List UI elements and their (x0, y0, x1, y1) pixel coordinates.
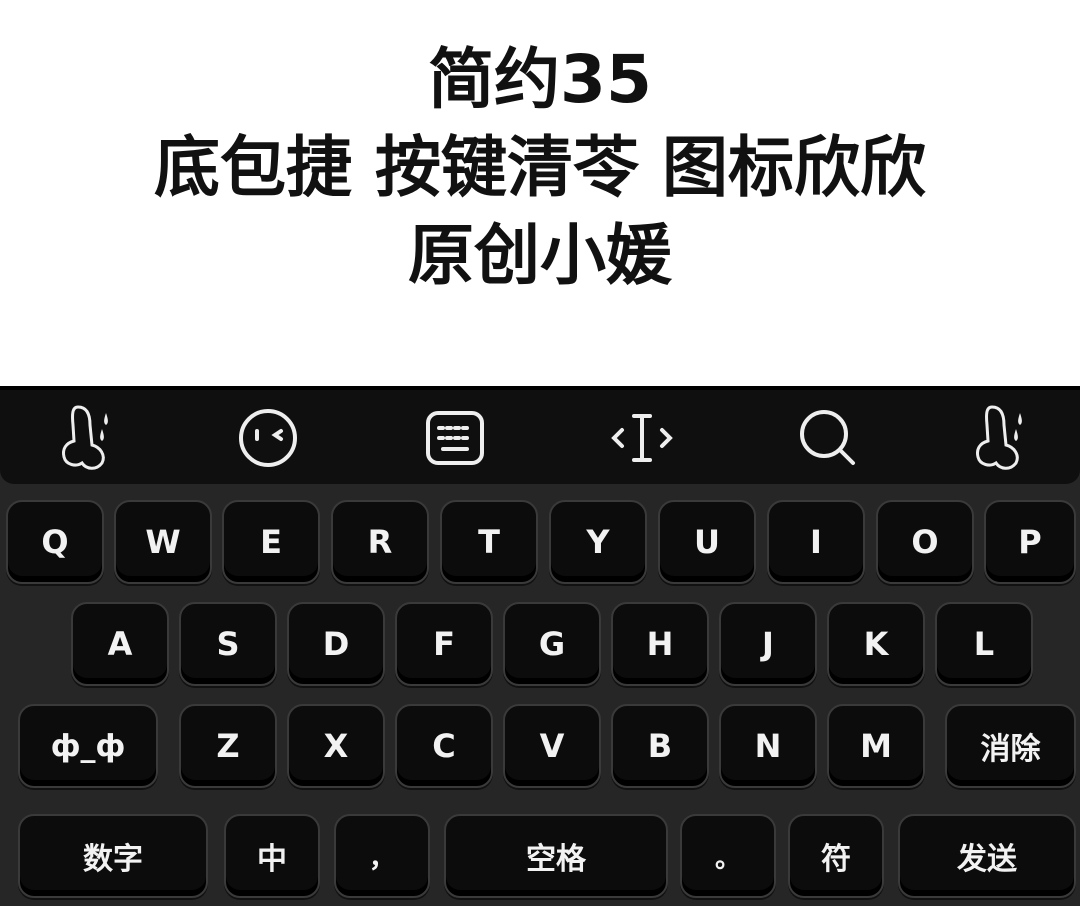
space-key[interactable]: 空格 (444, 814, 668, 898)
numbers-key[interactable]: 数字 (18, 814, 208, 898)
key-o[interactable]: O (876, 500, 974, 584)
key-y[interactable]: Y (549, 500, 647, 584)
toolbar-sticker-button[interactable] (40, 398, 136, 478)
search-icon (797, 407, 859, 469)
blob-drop-icon (58, 401, 118, 475)
chinese-lang-key[interactable]: 中 (224, 814, 320, 898)
keyboard-toolbar (0, 386, 1080, 484)
key-a[interactable]: A (71, 602, 169, 686)
key-c[interactable]: C (395, 704, 493, 788)
key-l[interactable]: L (935, 602, 1033, 686)
key-w[interactable]: W (114, 500, 212, 584)
key-r[interactable]: R (331, 500, 429, 584)
key-m[interactable]: M (827, 704, 925, 788)
emoji-face-icon (237, 407, 299, 469)
key-i[interactable]: I (767, 500, 865, 584)
key-j[interactable]: J (719, 602, 817, 686)
period-key[interactable]: 。 (680, 814, 776, 898)
key-q[interactable]: Q (6, 500, 104, 584)
key-v[interactable]: V (503, 704, 601, 788)
toolbar-search-button[interactable] (780, 398, 876, 478)
key-b[interactable]: B (611, 704, 709, 788)
banner-author: 原创小媛 (408, 217, 672, 294)
toolbar-cursor-button[interactable] (594, 398, 690, 478)
blob-drop-icon (972, 401, 1032, 475)
key-u[interactable]: U (658, 500, 756, 584)
toolbar-emoji-button[interactable] (220, 398, 316, 478)
comma-key[interactable]: ， (334, 814, 430, 898)
key-x[interactable]: X (287, 704, 385, 788)
key-g[interactable]: G (503, 602, 601, 686)
title-banner: 简约35 底包捷 按键清苓 图标欣欣 原创小媛 (0, 0, 1080, 386)
key-emoticon[interactable]: ф_ф (18, 704, 158, 788)
keyboard-icon (425, 410, 485, 466)
key-t[interactable]: T (440, 500, 538, 584)
toolbar-keyboard-button[interactable] (407, 398, 503, 478)
key-k[interactable]: K (827, 602, 925, 686)
key-d[interactable]: D (287, 602, 385, 686)
key-f[interactable]: F (395, 602, 493, 686)
cursor-move-icon (610, 410, 674, 466)
keyboard: Q W E R T Y U I O P A S D F G H J K L ф_… (0, 386, 1080, 906)
key-h[interactable]: H (611, 602, 709, 686)
key-n[interactable]: N (719, 704, 817, 788)
key-e[interactable]: E (222, 500, 320, 584)
banner-credits: 底包捷 按键清苓 图标欣欣 (154, 129, 926, 206)
key-p[interactable]: P (984, 500, 1076, 584)
banner-title: 简约35 (428, 41, 652, 118)
delete-key[interactable]: 消除 (945, 704, 1076, 788)
send-key[interactable]: 发送 (898, 814, 1076, 898)
key-z[interactable]: Z (179, 704, 277, 788)
symbols-key[interactable]: 符 (788, 814, 884, 898)
toolbar-sticker-button-2[interactable] (954, 398, 1050, 478)
key-s[interactable]: S (179, 602, 277, 686)
